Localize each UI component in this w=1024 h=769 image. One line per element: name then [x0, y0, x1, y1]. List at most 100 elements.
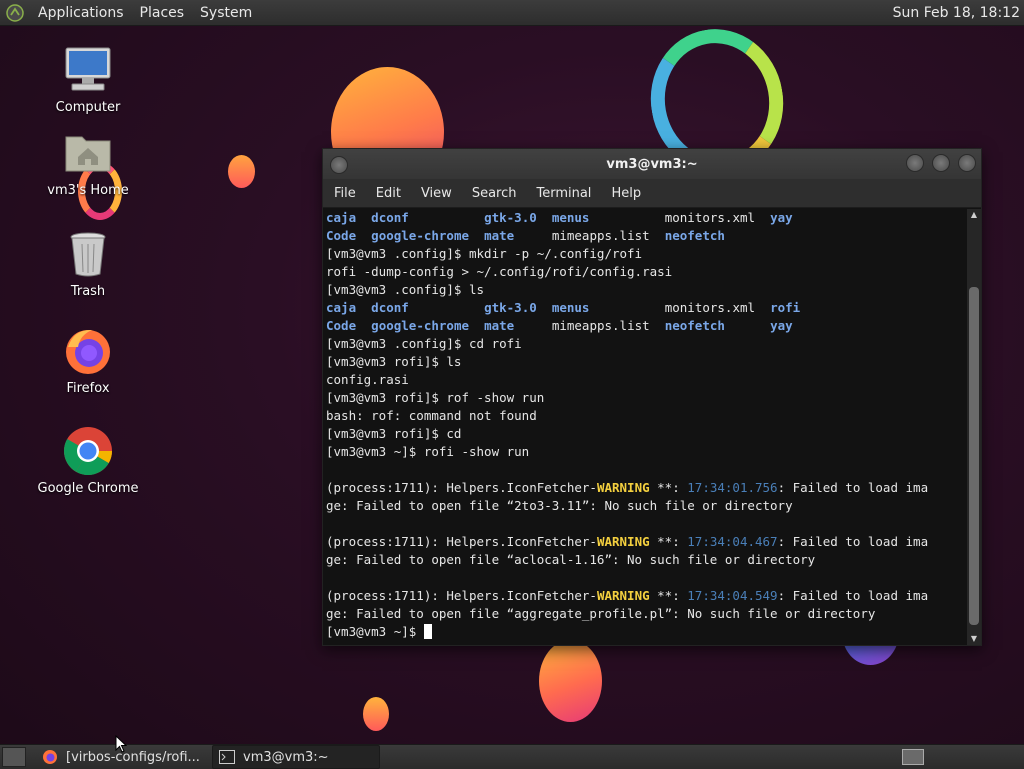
desktop-icon-label: Firefox — [66, 381, 110, 396]
terminal-text: dconf — [371, 300, 409, 315]
terminal-text: bash: rof: command not found — [326, 408, 537, 423]
terminal-text: yay — [770, 210, 793, 225]
terminal-line: Code google-chrome mate mimeapps.list ne… — [326, 227, 969, 245]
scroll-up-icon[interactable]: ▲ — [967, 209, 981, 221]
window-menu-button[interactable] — [330, 156, 348, 174]
terminal-line: Code google-chrome mate mimeapps.list ne… — [326, 317, 969, 335]
desktop-icon-label: Computer — [55, 100, 121, 115]
desktop-icon-chrome[interactable]: Google Chrome — [33, 425, 143, 496]
terminal-line: bash: rof: command not found — [326, 407, 969, 425]
close-button[interactable] — [958, 154, 976, 172]
terminal-text: [vm3@vm3 rofi]$ ls — [326, 354, 462, 369]
menu-view[interactable]: View — [410, 186, 461, 201]
terminal-text: [vm3@vm3 .config]$ ls — [326, 282, 485, 297]
terminal-text: [vm3@vm3 ~]$ rofi -show run — [326, 444, 530, 459]
desktop-icon-trash[interactable]: Trash — [33, 228, 143, 299]
terminal-text: mate — [484, 318, 515, 333]
firefox-icon — [43, 750, 57, 764]
panel-clock[interactable]: Sun Feb 18, 18:12 — [893, 5, 1020, 21]
terminal-text: monitors.xml — [589, 210, 771, 225]
terminal-text: [vm3@vm3 rofi]$ rof -show run — [326, 390, 545, 405]
terminal-text: [vm3@vm3 ~]$ — [326, 624, 424, 639]
terminal-text: (process:1711): Helpers.IconFetcher- — [326, 588, 597, 603]
terminal-text: neofetch — [664, 228, 725, 243]
terminal-line: caja dconf gtk-3.0 menus monitors.xml ya… — [326, 209, 969, 227]
terminal-scrollbar[interactable]: ▲ ▼ — [967, 209, 981, 645]
terminal-text: WARNING — [596, 534, 650, 549]
desktop-icon-computer[interactable]: Computer — [33, 44, 143, 115]
minimize-button[interactable] — [906, 154, 924, 172]
menu-search[interactable]: Search — [461, 186, 526, 201]
desktop-icon-home[interactable]: vm3's Home — [33, 127, 143, 198]
mouse-cursor-icon — [115, 735, 127, 753]
desktop-icon-firefox[interactable]: Firefox — [33, 325, 143, 396]
terminal-text: google-chrome — [371, 228, 470, 243]
terminal-text: mate — [484, 228, 515, 243]
terminal-line: ge: Failed to open file “aclocal-1.16”: … — [326, 551, 969, 569]
wallpaper-shape — [228, 155, 255, 188]
terminal-icon — [219, 750, 235, 764]
terminal-line: rofi -dump-config > ~/.config/rofi/confi… — [326, 263, 969, 281]
terminal-text: gtk-3.0 — [484, 300, 537, 315]
terminal-text: yay — [770, 318, 793, 333]
applications-menu[interactable]: Applications — [30, 5, 132, 21]
maximize-button[interactable] — [932, 154, 950, 172]
terminal-text: dconf — [371, 210, 409, 225]
terminal-text: (process:1711): Helpers.IconFetcher- — [326, 480, 597, 495]
places-menu[interactable]: Places — [132, 5, 193, 21]
wallpaper-shape — [363, 697, 389, 731]
terminal-line: (process:1711): Helpers.IconFetcher-WARN… — [326, 533, 969, 551]
menu-help[interactable]: Help — [600, 186, 650, 201]
terminal-text: rofi — [770, 300, 801, 315]
terminal-text: WARNING — [596, 588, 650, 603]
terminal-text: : Failed to load ima — [777, 534, 929, 549]
mate-logo-icon[interactable] — [6, 3, 24, 22]
taskbar-item-label: [virbos-configs/rofi... — [66, 749, 200, 765]
terminal-text: 17:34:04.549 — [687, 588, 778, 603]
terminal-text: config.rasi — [326, 372, 409, 387]
taskbar-item-terminal[interactable]: vm3@vm3:~ — [212, 745, 380, 769]
home-folder-icon — [62, 127, 114, 179]
firefox-icon — [62, 325, 114, 377]
terminal-window[interactable]: vm3@vm3:~ File Edit View Search Terminal… — [322, 148, 982, 646]
terminal-output[interactable]: caja dconf gtk-3.0 menus monitors.xml ya… — [323, 209, 969, 645]
terminal-text: caja — [326, 300, 357, 315]
show-desktop-button[interactable] — [2, 747, 26, 767]
system-menu[interactable]: System — [192, 5, 260, 21]
window-titlebar[interactable]: vm3@vm3:~ — [323, 149, 981, 179]
scroll-down-icon[interactable]: ▼ — [967, 633, 981, 645]
chrome-icon — [62, 425, 114, 477]
terminal-text: **: — [649, 588, 688, 603]
computer-icon — [62, 44, 114, 96]
menu-edit[interactable]: Edit — [365, 186, 410, 201]
terminal-line: [vm3@vm3 .config]$ ls — [326, 281, 969, 299]
menu-file[interactable]: File — [323, 186, 365, 201]
window-title: vm3@vm3:~ — [606, 156, 698, 172]
terminal-text: rofi -dump-config > ~/.config/rofi/confi… — [326, 264, 673, 279]
terminal-text: Code — [326, 228, 357, 243]
terminal-text: caja — [326, 210, 357, 225]
terminal-text: ge: Failed to open file “aggregate_profi… — [326, 606, 876, 621]
terminal-line: caja dconf gtk-3.0 menus monitors.xml ro… — [326, 299, 969, 317]
scrollbar-thumb[interactable] — [969, 287, 979, 625]
terminal-text: monitors.xml — [589, 300, 771, 315]
terminal-text: mimeapps.list — [514, 228, 665, 243]
terminal-line: [vm3@vm3 ~]$ rofi -show run — [326, 443, 969, 461]
terminal-line: [vm3@vm3 rofi]$ cd — [326, 425, 969, 443]
menu-terminal[interactable]: Terminal — [525, 186, 600, 201]
top-panel: Applications Places System Sun Feb 18, 1… — [0, 0, 1024, 26]
terminal-text: 17:34:01.756 — [687, 480, 778, 495]
terminal-text: : Failed to load ima — [777, 588, 929, 603]
terminal-text: mimeapps.list — [514, 318, 665, 333]
terminal-text: menus — [551, 300, 590, 315]
workspace-switcher[interactable] — [902, 749, 924, 765]
terminal-text: **: — [649, 480, 688, 495]
